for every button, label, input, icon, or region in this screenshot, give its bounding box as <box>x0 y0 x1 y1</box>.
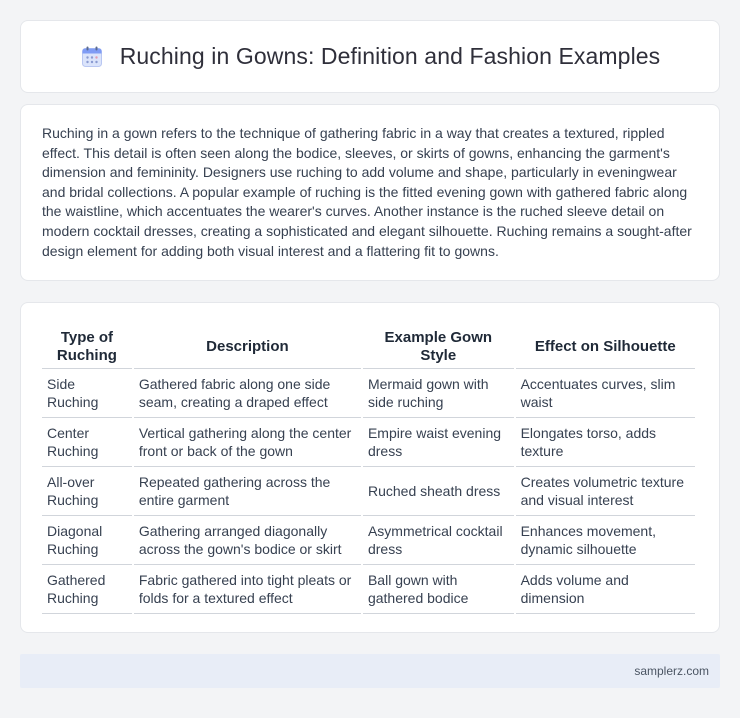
cell-effect: Accentuates curves, slim waist <box>515 369 695 418</box>
cell-effect: Enhances movement, dynamic silhouette <box>515 516 695 565</box>
intro-card: Ruching in a gown refers to the techniqu… <box>20 104 720 281</box>
column-header-type: Type of Ruching <box>42 325 132 369</box>
title-card: Ruching in Gowns: Definition and Fashion… <box>20 20 720 93</box>
cell-type: Center Ruching <box>42 418 132 467</box>
page-title: Ruching in Gowns: Definition and Fashion… <box>119 43 661 69</box>
cell-effect: Creates volumetric texture and visual in… <box>515 467 695 516</box>
column-header-effect: Effect on Silhouette <box>515 325 695 369</box>
cell-example: Ruched sheath dress <box>362 467 514 516</box>
calendar-icon <box>81 46 102 67</box>
cell-type: Gathered Ruching <box>42 565 132 614</box>
column-header-example: Example Gown Style <box>362 325 514 369</box>
cell-description: Repeated gathering across the entire gar… <box>133 467 361 516</box>
column-header-description: Description <box>133 325 361 369</box>
cell-example: Asymmetrical cocktail dress <box>362 516 514 565</box>
table-card: Type of Ruching Description Example Gown… <box>20 302 720 633</box>
intro-paragraph: Ruching in a gown refers to the techniqu… <box>42 125 692 259</box>
cell-type: Side Ruching <box>42 369 132 418</box>
title-wrap: Ruching in Gowns: Definition and Fashion… <box>80 43 661 70</box>
cell-type: Diagonal Ruching <box>42 516 132 565</box>
table-row: Gathered Ruching Fabric gathered into ti… <box>42 565 695 614</box>
cell-effect: Elongates torso, adds texture <box>515 418 695 467</box>
cell-description: Fabric gathered into tight pleats or fol… <box>133 565 361 614</box>
table-row: Center Ruching Vertical gathering along … <box>42 418 695 467</box>
table-row: Diagonal Ruching Gathering arranged diag… <box>42 516 695 565</box>
footer: samplerz.com <box>20 654 720 688</box>
ruching-table: Type of Ruching Description Example Gown… <box>40 325 697 614</box>
footer-site-link[interactable]: samplerz.com <box>634 664 709 678</box>
table-row: All-over Ruching Repeated gathering acro… <box>42 467 695 516</box>
cell-effect: Adds volume and dimension <box>515 565 695 614</box>
cell-description: Vertical gathering along the center fron… <box>133 418 361 467</box>
cell-type: All-over Ruching <box>42 467 132 516</box>
cell-description: Gathered fabric along one side seam, cre… <box>133 369 361 418</box>
cell-example: Empire waist evening dress <box>362 418 514 467</box>
table-row: Side Ruching Gathered fabric along one s… <box>42 369 695 418</box>
table-header-row: Type of Ruching Description Example Gown… <box>42 325 695 369</box>
cell-description: Gathering arranged diagonally across the… <box>133 516 361 565</box>
cell-example: Ball gown with gathered bodice <box>362 565 514 614</box>
cell-example: Mermaid gown with side ruching <box>362 369 514 418</box>
